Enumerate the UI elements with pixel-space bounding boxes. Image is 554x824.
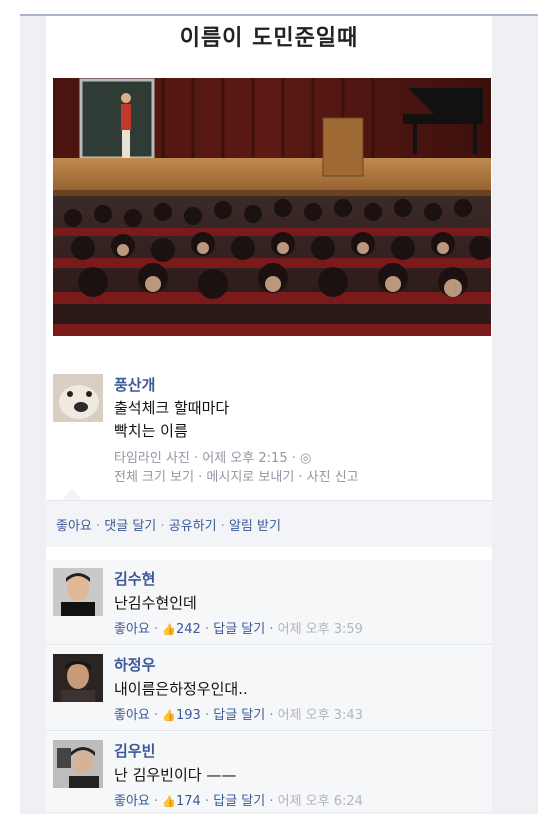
lecture-hall-photo	[53, 78, 491, 336]
like-button[interactable]: 좋아요	[56, 519, 92, 534]
person-avatar-icon	[53, 568, 103, 616]
comment-like-link[interactable]: 좋아요	[114, 794, 150, 809]
commenter-avatar[interactable]	[53, 740, 103, 788]
commenter-name[interactable]: 김우빈	[114, 740, 155, 761]
commenter-avatar[interactable]	[53, 654, 103, 702]
comment-text: 내이름은하정우인대..	[114, 680, 248, 698]
thumbs-up-icon: 👍	[162, 623, 176, 636]
post-photo[interactable]	[53, 78, 491, 336]
comment-time: 어제 오후 6:24	[277, 794, 363, 809]
author-name[interactable]: 풍산개	[114, 374, 155, 395]
person-avatar-icon	[53, 654, 103, 702]
comment-button[interactable]: 댓글 달기	[104, 519, 156, 534]
comment-meta: 좋아요 · 👍242 · 답글 달기 · 어제 오후 3:59	[114, 622, 363, 637]
comment-text: 난김수현인데	[114, 594, 197, 612]
like-count[interactable]: 193	[176, 708, 201, 723]
comment-item: 김수현 난김수현인데 좋아요 · 👍242 · 답글 달기 · 어제 오후 3:…	[46, 560, 492, 645]
commenter-name[interactable]: 하정우	[114, 654, 155, 675]
post-text-line-2: 빡치는 이름	[114, 422, 188, 440]
comment-item: 김우빈 난 김우빈이다 —— 좋아요 · 👍174 · 답글 달기 · 어제 오…	[46, 732, 492, 812]
comment-meta: 좋아요 · 👍174 · 답글 달기 · 어제 오후 6:24	[114, 794, 363, 809]
notify-button[interactable]: 알림 받기	[229, 519, 281, 534]
comment-time: 어제 오후 3:59	[277, 622, 363, 637]
thumbs-up-icon: 👍	[162, 709, 176, 722]
action-bar-caret	[62, 488, 82, 500]
reply-link[interactable]: 답글 달기	[213, 708, 265, 723]
reply-link[interactable]: 답글 달기	[213, 794, 265, 809]
comment-like-link[interactable]: 좋아요	[114, 622, 150, 637]
dog-avatar-icon	[53, 374, 103, 422]
reply-link[interactable]: 답글 달기	[213, 622, 265, 637]
author-avatar[interactable]	[53, 374, 103, 422]
comment-item: 하정우 내이름은하정우인대.. 좋아요 · 👍193 · 답글 달기 · 어제 …	[46, 646, 492, 731]
commenter-avatar[interactable]	[53, 568, 103, 616]
post-meta[interactable]: 타임라인 사진 · 어제 오후 2:15 · ◎	[114, 447, 311, 466]
comment-like-link[interactable]: 좋아요	[114, 708, 150, 723]
like-count[interactable]: 242	[176, 622, 201, 637]
post-text-line-1: 출석체크 할때마다	[114, 399, 230, 417]
commenter-name[interactable]: 김수현	[114, 568, 155, 589]
post-title: 이름이 도민준일때	[179, 26, 359, 51]
like-count[interactable]: 174	[176, 794, 201, 809]
comment-text: 난 김우빈이다 ——	[114, 766, 237, 784]
comment-meta: 좋아요 · 👍193 · 답글 달기 · 어제 오후 3:43	[114, 708, 363, 723]
thumbs-up-icon: 👍	[162, 795, 176, 808]
action-bar: 좋아요 · 댓글 달기 · 공유하기 · 알림 받기	[46, 500, 492, 547]
comment-time: 어제 오후 3:43	[277, 708, 363, 723]
post-photo-links[interactable]: 전체 크기 보기 · 메시지로 보내기 · 사진 신고	[114, 466, 359, 485]
share-button[interactable]: 공유하기	[169, 519, 217, 534]
person-avatar-icon	[53, 740, 103, 788]
